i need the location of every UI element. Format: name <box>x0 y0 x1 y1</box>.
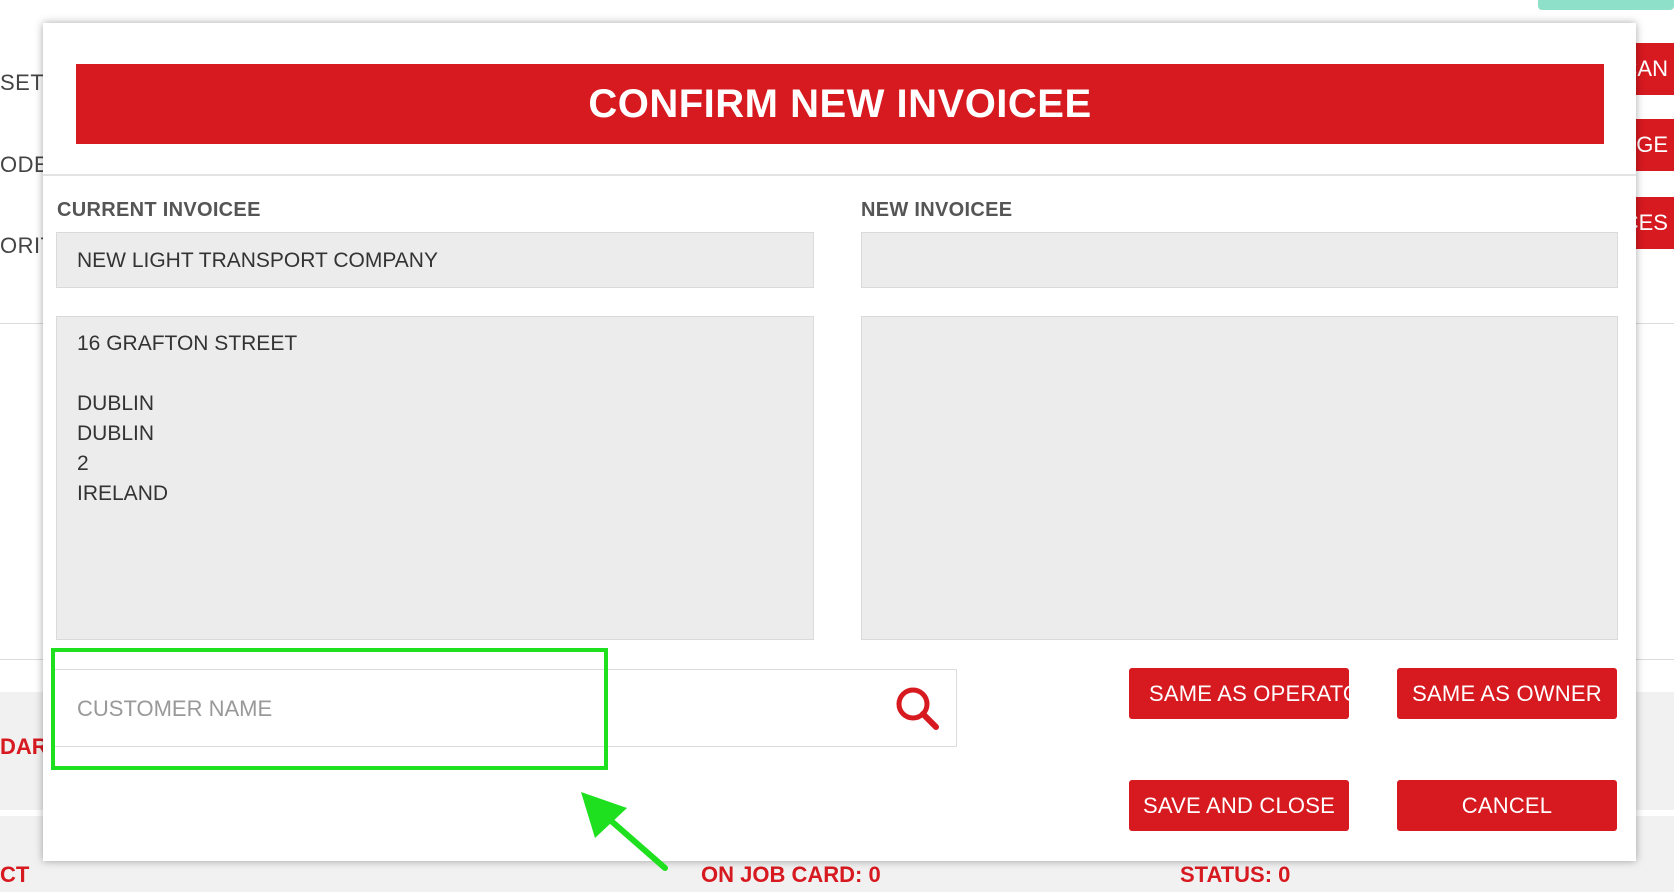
bg-label-ode: ODE <box>0 152 50 177</box>
current-invoicee-name: NEW LIGHT TRANSPORT COMPANY <box>56 232 814 288</box>
teal-top-button[interactable] <box>1538 0 1674 10</box>
same-as-owner-button[interactable]: SAME AS OWNER <box>1397 668 1617 719</box>
new-invoicee-name <box>861 232 1618 288</box>
bg-red-label: DAR <box>0 734 48 759</box>
footer-status: STATUS: 0 <box>1180 862 1291 887</box>
search-icon[interactable] <box>893 684 943 734</box>
current-invoicee-label: CURRENT INVOICEE <box>57 199 261 221</box>
highlight-box <box>51 648 608 770</box>
current-invoicee-address: 16 GRAFTON STREET DUBLIN DUBLIN 2 IRELAN… <box>56 316 814 640</box>
save-and-close-button[interactable]: SAVE AND CLOSE <box>1129 780 1349 831</box>
bg-label-set: SET <box>0 70 45 95</box>
header-divider <box>43 174 1636 176</box>
confirm-new-invoicee-modal: CONFIRM NEW INVOICEE CURRENT INVOICEE NE… <box>43 23 1636 871</box>
same-as-operator-button[interactable]: SAME AS OPERATOR <box>1129 668 1349 719</box>
new-invoicee-label: NEW INVOICEE <box>861 199 1013 221</box>
cancel-button[interactable]: CANCEL <box>1397 780 1617 831</box>
pointer-arrow-icon <box>581 792 668 871</box>
footer-label: CT <box>0 862 30 887</box>
footer-on-job-card: ON JOB CARD: 0 <box>701 862 881 887</box>
new-invoicee-address <box>861 316 1618 640</box>
modal-title: CONFIRM NEW INVOICEE <box>76 64 1604 144</box>
